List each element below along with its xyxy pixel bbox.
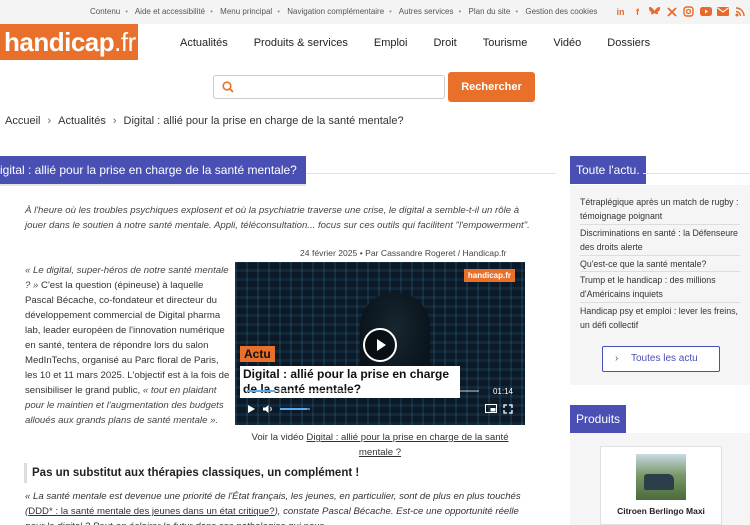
skip-link-services[interactable]: Autres services <box>399 7 454 16</box>
sidebar-news-box: Tétraplégique après un match de rugby : … <box>570 185 750 385</box>
play-small-icon[interactable] <box>247 404 256 416</box>
skip-link-sitemap[interactable]: Plan du site <box>469 7 511 16</box>
skip-link-cookies[interactable]: Gestion des cookies <box>525 7 597 16</box>
site-logo[interactable]: handicap.fr <box>0 24 138 60</box>
article-byline: 24 février 2025 • Par Cassandre Rogeret … <box>300 248 507 258</box>
volume-slider-fill <box>280 408 307 410</box>
video-player[interactable]: handicap.fr Actu Digital : allié pour la… <box>235 262 525 425</box>
video-caption: Digital : allié pour la prise en charge … <box>240 366 460 398</box>
site-header: handicap.fr Actualités Produits & servic… <box>0 24 750 66</box>
sidebar-news-heading: Toute l'actu. <box>570 156 646 184</box>
email-icon[interactable] <box>716 5 729 18</box>
search-input[interactable] <box>213 75 445 99</box>
nav-item-droit[interactable]: Droit <box>433 37 456 49</box>
article-body: « Le digital, super-héros de notre santé… <box>25 263 230 428</box>
inline-link[interactable]: DDD* : la santé mentale des jeunes dans … <box>28 506 274 517</box>
youtube-icon[interactable] <box>699 5 712 18</box>
divider <box>580 224 740 225</box>
news-item[interactable]: Trump et le handicap : des millions d'Am… <box>580 273 740 301</box>
body-text: C'est la question (épineuse) à laquelle … <box>25 280 230 396</box>
x-icon[interactable] <box>665 5 678 18</box>
top-utility-bar: Contenu • Aide et accessibilité • Menu pri… <box>0 0 750 24</box>
product-image <box>636 454 686 500</box>
play-icon <box>377 339 386 351</box>
nav-item-actualites[interactable]: Actualités <box>180 37 228 49</box>
breadcrumb-home[interactable]: Accueil <box>5 115 40 127</box>
divider <box>0 184 306 186</box>
social-links: in f <box>614 5 746 18</box>
chevron-right-icon: › <box>47 115 52 127</box>
divider <box>643 173 750 174</box>
skip-link-content[interactable]: Contenu <box>90 7 120 16</box>
video-tag: Actu <box>240 346 275 362</box>
nav-item-dossiers[interactable]: Dossiers <box>607 37 650 49</box>
divider <box>580 302 740 303</box>
product-name: Citroen Berlingo Maxi <box>617 506 705 516</box>
news-item[interactable]: Tétraplégique après un match de rugby : … <box>580 195 740 223</box>
chevron-right-icon: › <box>615 353 619 364</box>
main-nav: Actualités Produits & services Emploi Dr… <box>180 37 650 49</box>
breadcrumb-current: Digital : allié pour la prise en charge … <box>123 115 404 127</box>
search-button[interactable]: Rechercher <box>448 72 535 102</box>
article-quote: « La santé mentale est devenue une prior… <box>25 491 521 525</box>
skip-links: Contenu • Aide et accessibilité • Menu pri… <box>90 7 598 16</box>
search-icon <box>222 81 234 93</box>
video-progress-fill <box>247 390 275 392</box>
rss-icon[interactable] <box>733 5 746 18</box>
nav-item-produits[interactable]: Produits & services <box>254 37 348 49</box>
fullscreen-icon[interactable] <box>503 404 513 416</box>
linkedin-icon[interactable]: in <box>614 5 627 18</box>
breadcrumb-section[interactable]: Actualités <box>58 115 106 127</box>
all-news-button[interactable]: › Toutes les actu <box>602 346 720 372</box>
nav-item-tourisme[interactable]: Tourisme <box>483 37 528 49</box>
nav-item-video[interactable]: Vidéo <box>553 37 581 49</box>
breadcrumb: Accueil › Actualités › Digital : allié pour … <box>5 115 404 127</box>
nav-item-emploi[interactable]: Emploi <box>374 37 408 49</box>
chevron-right-icon: › <box>112 115 117 127</box>
video-progress-bar[interactable] <box>247 390 479 392</box>
news-item[interactable]: Discriminations en santé : la Défenseure… <box>580 226 740 254</box>
skip-link-nav[interactable]: Navigation complémentaire <box>287 7 384 16</box>
divider <box>306 173 556 174</box>
sidebar-products-heading: Produits <box>570 405 627 433</box>
all-news-label: Toutes les actu <box>631 353 698 364</box>
video-link-caption: Voir la vidéo Digital : allié pour la pr… <box>251 432 509 458</box>
article-title: igital : allié pour la prise en charge d… <box>0 156 306 184</box>
play-button[interactable] <box>363 328 397 362</box>
skip-link-help[interactable]: Aide et accessibilité <box>135 7 205 16</box>
video-logo: handicap.fr <box>463 269 515 282</box>
sidebar-products-box: Citroen Berlingo Maxi <box>570 433 750 525</box>
bluesky-icon[interactable] <box>648 5 661 18</box>
skip-link-main-menu[interactable]: Menu principal <box>220 7 272 16</box>
video-duration: 01:14 <box>492 387 513 396</box>
video-link[interactable]: Digital : allié pour la prise en charge … <box>306 432 508 458</box>
product-card[interactable]: Citroen Berlingo Maxi <box>600 446 722 525</box>
pip-icon[interactable] <box>485 404 497 415</box>
volume-icon[interactable] <box>262 404 274 416</box>
article-subheading: Pas un substitut aux thérapies classique… <box>24 463 530 483</box>
article-intro: À l'heure où les troubles psychiques exp… <box>25 205 530 231</box>
divider <box>580 271 740 272</box>
divider <box>580 255 740 256</box>
news-item[interactable]: Handicap psy et emploi : lever les frein… <box>580 304 740 332</box>
news-item[interactable]: Qu'est-ce que la santé mentale? <box>580 257 740 271</box>
facebook-icon[interactable]: f <box>631 5 644 18</box>
instagram-icon[interactable] <box>682 5 695 18</box>
